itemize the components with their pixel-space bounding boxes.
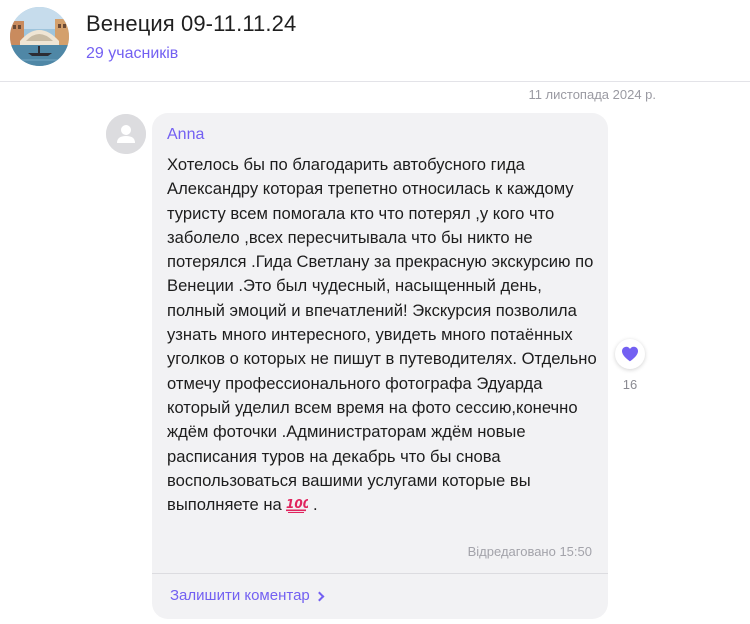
message-text-end: .: [308, 495, 318, 515]
group-title: Венеция 09-11.11.24: [86, 11, 297, 36]
chat-header: Венеция 09-11.11.24 29 учасників: [0, 0, 750, 82]
purple-heart-icon: [622, 346, 638, 362]
message-bubble[interactable]: Anna Хотелось бы по благодарить автобусн…: [152, 113, 608, 619]
author-avatar[interactable]: [106, 114, 146, 154]
chevron-right-icon: [314, 591, 325, 601]
user-placeholder-avatar-icon: [106, 114, 146, 154]
reaction-button[interactable]: [615, 339, 645, 369]
leave-comment-button[interactable]: Залишити коментар: [170, 587, 325, 604]
leave-comment-label: Залишити коментар: [170, 587, 310, 604]
reaction-count: 16: [622, 377, 638, 392]
message-author[interactable]: Anna: [167, 126, 204, 144]
message-body: Хотелось бы по благодарить автобусного г…: [167, 155, 597, 515]
comment-divider: [152, 573, 608, 574]
member-count-link[interactable]: 29 учасників: [86, 45, 178, 63]
hundred-points-emoji-icon: 100: [286, 496, 311, 520]
edited-timestamp: Відредаговано 15:50: [467, 544, 592, 559]
svg-text:100: 100: [286, 497, 308, 511]
date-separator: 11 листопада 2024 р.: [528, 87, 656, 102]
message-text: Хотелось бы по благодарить автобусного г…: [167, 153, 601, 520]
group-avatar[interactable]: [10, 7, 69, 66]
venice-group-avatar-icon: [10, 7, 69, 66]
